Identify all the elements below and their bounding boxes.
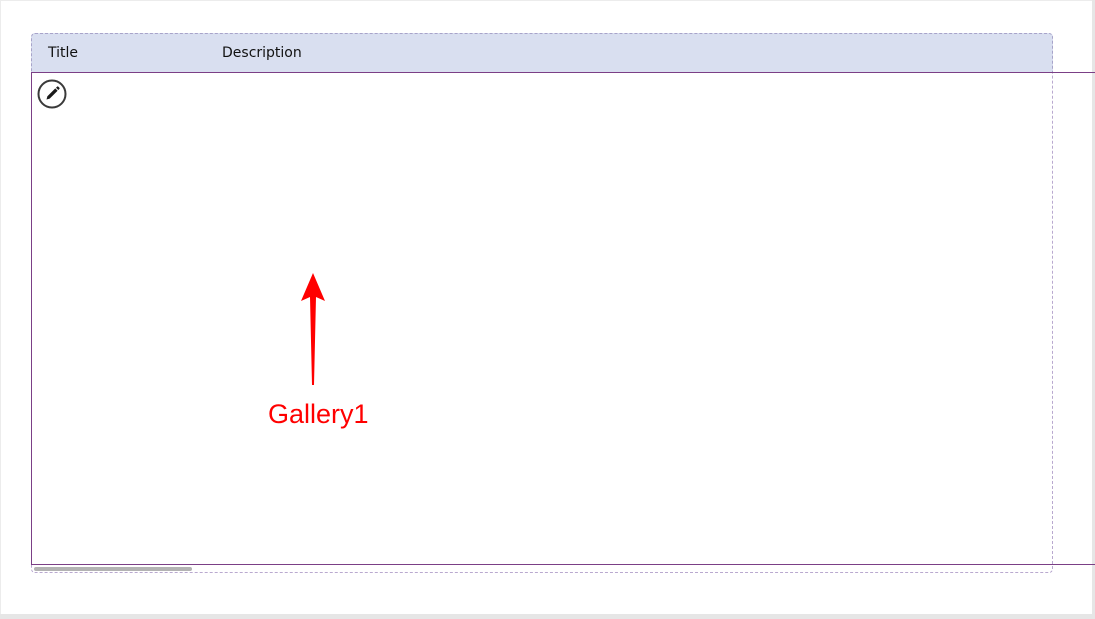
- gallery-selection-left-border: [31, 72, 32, 565]
- gallery-selection-top-border: [31, 72, 1095, 73]
- column-header-title[interactable]: Title: [48, 45, 78, 61]
- red-arrow-annotation-icon: [301, 273, 325, 385]
- gallery[interactable]: [31, 72, 1053, 573]
- table-header: Title Description: [31, 33, 1053, 72]
- canvas-top-edge: [0, 0, 1095, 1]
- horizontal-scrollbar-thumb[interactable]: [34, 567, 192, 571]
- canvas-bottom-edge: [0, 614, 1095, 619]
- annotation-label: Gallery1: [268, 399, 369, 429]
- canvas-left-edge: [0, 0, 1, 619]
- edit-button[interactable]: [37, 79, 67, 109]
- pencil-edit-icon: [37, 79, 67, 109]
- column-header-description[interactable]: Description: [222, 45, 302, 61]
- app-canvas: Title Description Gallery1: [0, 0, 1095, 619]
- gallery-selection-bottom-border: [31, 564, 1095, 565]
